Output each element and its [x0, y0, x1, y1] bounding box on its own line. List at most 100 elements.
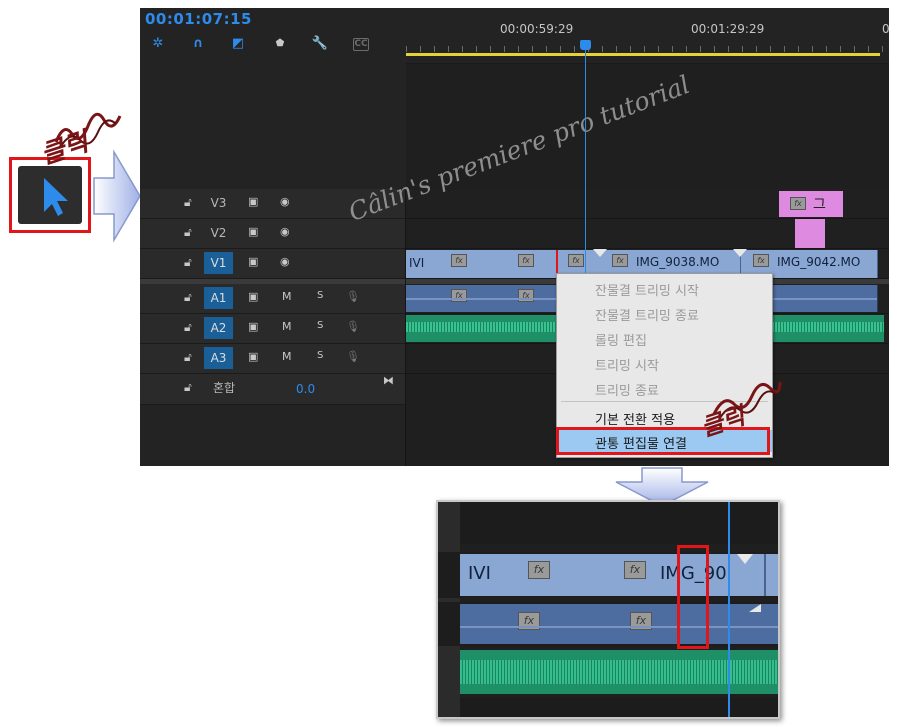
- lock-icon[interactable]: 🔓︎: [184, 290, 192, 305]
- left-panel-divider: [405, 189, 406, 466]
- ripple-icon[interactable]: ✲: [149, 35, 167, 53]
- lock-icon[interactable]: 🔓︎: [184, 380, 192, 395]
- lock-icon[interactable]: 🔓︎: [184, 350, 192, 365]
- arrow-right-icon: [93, 149, 141, 243]
- selection-arrow-icon: [44, 178, 68, 216]
- microphone-icon[interactable]: 🎙︎: [346, 350, 360, 363]
- timecode-display[interactable]: 00:01:07:15: [145, 10, 252, 28]
- time-ruler[interactable]: 00:00:59:29 00:01:29:29 0: [406, 8, 889, 64]
- menu-item-rolling-edit[interactable]: 롤링 편집: [595, 330, 647, 349]
- track-name-a3[interactable]: A3: [204, 347, 233, 369]
- fx-badge: fx: [624, 561, 646, 579]
- marker-icon[interactable]: ⬟: [271, 35, 289, 53]
- menu-item-ripple-trim-end[interactable]: 잔물결 트리밍 종료: [595, 305, 699, 324]
- lock-icon[interactable]: 🔓︎: [184, 195, 192, 210]
- zoom-top-area: [460, 502, 778, 544]
- video-clip[interactable]: fx: [439, 250, 480, 278]
- sync-icon[interactable]: ▣: [248, 255, 258, 268]
- bowtie-icon[interactable]: ⧓: [383, 374, 394, 387]
- video-clip-label: IVI: [409, 256, 425, 270]
- zoom-playhead-line: [728, 502, 730, 717]
- left-bottom-empty: [140, 405, 406, 466]
- track-header-a1: 🔓︎ A1 ▣ M S 🎙︎: [140, 284, 406, 314]
- video-clip[interactable]: [479, 250, 505, 278]
- track-header-v1: 🔓︎ V1 ▣ ◉: [140, 249, 406, 279]
- title-clip-label: 그: [813, 197, 826, 213]
- title-clip-tail[interactable]: [795, 219, 825, 248]
- ruler-label-3: 0: [882, 22, 889, 36]
- zoom-callout-box: [677, 545, 709, 649]
- menu-item-trim-end[interactable]: 트리밍 종료: [595, 380, 659, 399]
- fx-badge: fx: [518, 254, 534, 267]
- track-name-a2[interactable]: A2: [204, 317, 233, 339]
- linked-selection-icon[interactable]: ◩: [229, 35, 247, 53]
- lock-icon[interactable]: 🔓︎: [184, 225, 192, 240]
- track-header-a2: 🔓︎ A2 ▣ M S 🎙︎: [140, 314, 406, 344]
- work-area-bar[interactable]: [406, 53, 880, 56]
- zoomed-result-view: IVI fx fx IMG_90 fx fx: [436, 500, 780, 719]
- sync-icon[interactable]: ▣: [248, 225, 258, 238]
- audio-clip[interactable]: [460, 604, 511, 644]
- video-clip[interactable]: IVI: [460, 554, 511, 596]
- eye-icon[interactable]: ◉: [280, 255, 290, 268]
- fx-badge: fx: [518, 289, 534, 302]
- title-clip[interactable]: fx 그: [779, 191, 843, 217]
- microphone-icon[interactable]: 🎙︎: [346, 320, 360, 333]
- fx-badge: fx: [612, 254, 628, 267]
- through-edit-marker: [737, 554, 753, 564]
- snap-icon[interactable]: ∩: [189, 35, 207, 53]
- lock-icon[interactable]: 🔓︎: [184, 255, 192, 270]
- video-clip[interactable]: fx: [504, 250, 557, 278]
- track-name-v1[interactable]: V1: [204, 252, 233, 274]
- menu-item-trim-start[interactable]: 트리밍 시작: [595, 355, 659, 374]
- audio-clip[interactable]: fx: [510, 604, 605, 644]
- solo-button[interactable]: S: [317, 350, 323, 361]
- fx-badge: fx: [528, 561, 550, 579]
- sync-icon[interactable]: ▣: [248, 350, 258, 363]
- fx-badge: fx: [451, 254, 467, 267]
- track-name-v2[interactable]: V2: [204, 222, 233, 244]
- zoom-bottom-area: [460, 698, 778, 717]
- sync-icon[interactable]: ▣: [248, 195, 258, 208]
- menu-item-ripple-trim-start[interactable]: 잔물결 트리밍 시작: [595, 280, 699, 299]
- zoom-green-row: [460, 650, 778, 694]
- captions-icon[interactable]: CC: [353, 38, 369, 51]
- track-header-v2: 🔓︎ V2 ▣ ◉: [140, 219, 406, 249]
- sync-icon[interactable]: ▣: [248, 320, 258, 333]
- solo-button[interactable]: S: [317, 290, 323, 301]
- track-v3[interactable]: fx 그: [406, 189, 889, 219]
- audio-waveform: [460, 626, 778, 628]
- microphone-icon[interactable]: 🎙︎: [346, 290, 360, 303]
- mix-value[interactable]: 0.0: [296, 382, 315, 396]
- solo-button[interactable]: S: [317, 320, 323, 331]
- video-clip[interactable]: [566, 554, 607, 596]
- mute-button[interactable]: M: [282, 350, 292, 363]
- ruler-label-1: 00:00:59:29: [500, 22, 574, 36]
- mix-label: 혼합: [212, 381, 236, 395]
- ruler-label-2: 00:01:29:29: [691, 22, 765, 36]
- lock-icon[interactable]: 🔓︎: [184, 320, 192, 335]
- wrench-icon[interactable]: 🔧: [311, 35, 329, 53]
- fx-badge: fx: [568, 254, 584, 267]
- track-name-a1[interactable]: A1: [204, 287, 233, 309]
- track-v2[interactable]: [406, 219, 889, 249]
- track-header-a3: 🔓︎ A3 ▣ M S 🎙︎: [140, 344, 406, 374]
- sync-icon[interactable]: ▣: [248, 290, 258, 303]
- audio-clip[interactable]: [766, 604, 778, 644]
- eye-icon[interactable]: ◉: [280, 195, 290, 208]
- eye-icon[interactable]: ◉: [280, 225, 290, 238]
- zoom-video-row: IVI fx fx IMG_90: [438, 552, 778, 598]
- menu-item-apply-default-transition[interactable]: 기본 전환 적용: [595, 409, 675, 428]
- fx-badge: fx: [451, 289, 467, 302]
- mute-button[interactable]: M: [282, 320, 292, 333]
- video-clip-label: IMG_9042.MO: [777, 255, 861, 269]
- through-edit-marker: [593, 249, 607, 257]
- audio-waveform: [460, 660, 778, 684]
- selection-tool-button[interactable]: [18, 166, 82, 224]
- zoom-audio-row: fx fx: [438, 602, 778, 646]
- video-clip[interactable]: fx: [510, 554, 567, 596]
- track-name-v3[interactable]: V3: [204, 192, 233, 214]
- video-clip[interactable]: IVI: [406, 250, 440, 278]
- through-edit-marker: [749, 604, 761, 612]
- mute-button[interactable]: M: [282, 290, 292, 303]
